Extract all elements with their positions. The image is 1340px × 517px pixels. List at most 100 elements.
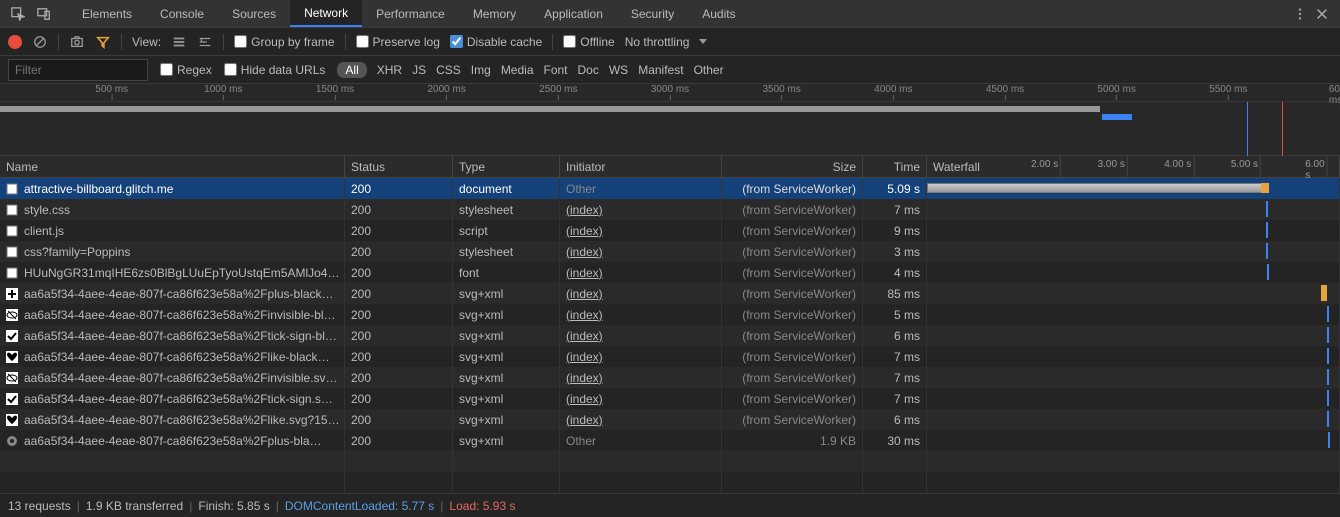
cell-type: svg+xml <box>453 388 560 409</box>
hide-data-urls-checkbox[interactable]: Hide data URLs <box>224 63 326 77</box>
tab-memory[interactable]: Memory <box>459 0 530 27</box>
cell-status: 200 <box>345 304 453 325</box>
initiator-link[interactable]: (index) <box>566 224 603 238</box>
initiator-link[interactable]: (index) <box>566 350 603 364</box>
type-filter-all[interactable]: All <box>337 62 366 78</box>
cell-name: aa6a5f34-4aee-4eae-807f-ca86f623e58a%2Ft… <box>0 388 345 409</box>
initiator-link[interactable]: (index) <box>566 371 603 385</box>
tab-performance[interactable]: Performance <box>362 0 459 27</box>
col-time[interactable]: Time <box>863 156 927 177</box>
request-row[interactable]: aa6a5f34-4aee-4eae-807f-ca86f623e58a%2Fi… <box>0 304 1340 325</box>
cell-status: 200 <box>345 409 453 430</box>
type-filter-xhr[interactable]: XHR <box>377 63 402 77</box>
initiator-link[interactable]: (index) <box>566 392 603 406</box>
cell-status: 200 <box>345 199 453 220</box>
col-name[interactable]: Name <box>0 156 345 177</box>
cell-type: svg+xml <box>453 325 560 346</box>
cell-name: aa6a5f34-4aee-4eae-807f-ca86f623e58a%2Fp… <box>0 283 345 304</box>
request-row[interactable]: style.css200stylesheet(index)(from Servi… <box>0 199 1340 220</box>
overview-timeline[interactable]: 500 ms1000 ms1500 ms2000 ms2500 ms3000 m… <box>0 84 1340 156</box>
initiator-link[interactable]: (index) <box>566 308 603 322</box>
tab-sources[interactable]: Sources <box>218 0 290 27</box>
request-row[interactable]: css?family=Poppins200stylesheet(index)(f… <box>0 241 1340 262</box>
inspect-element-icon[interactable] <box>8 4 28 24</box>
col-initiator[interactable]: Initiator <box>560 156 722 177</box>
col-size[interactable]: Size <box>722 156 863 177</box>
filter-input[interactable] <box>8 59 148 81</box>
type-filter-img[interactable]: Img <box>471 63 491 77</box>
regex-checkbox[interactable]: Regex <box>160 63 212 77</box>
cell-time: 4 ms <box>863 262 927 283</box>
chevron-down-icon <box>699 39 707 44</box>
cell-initiator: (index) <box>560 346 722 367</box>
type-filter-js[interactable]: JS <box>412 63 426 77</box>
request-row[interactable]: attractive-billboard.glitch.me200documen… <box>0 178 1340 199</box>
cell-initiator: (index) <box>560 304 722 325</box>
file-icon <box>6 183 18 195</box>
col-status[interactable]: Status <box>345 156 453 177</box>
network-toolbar: View: Group by frame Preserve log Disabl… <box>0 28 1340 56</box>
more-icon[interactable] <box>1290 4 1310 24</box>
file-icon <box>6 246 18 258</box>
group-by-frame-checkbox[interactable]: Group by frame <box>234 35 334 49</box>
close-icon[interactable] <box>1312 4 1332 24</box>
type-filter-other[interactable]: Other <box>694 63 724 77</box>
device-toolbar-icon[interactable] <box>34 4 54 24</box>
tab-network[interactable]: Network <box>290 0 362 27</box>
tab-elements[interactable]: Elements <box>68 0 146 27</box>
overview-icon[interactable] <box>197 34 213 50</box>
timeline-tick: 3500 ms <box>762 84 800 100</box>
type-filter-font[interactable]: Font <box>544 63 568 77</box>
type-filter-ws[interactable]: WS <box>609 63 628 77</box>
cell-time: 85 ms <box>863 283 927 304</box>
cell-time: 30 ms <box>863 430 927 451</box>
offline-checkbox[interactable]: Offline <box>563 35 614 49</box>
request-row[interactable]: aa6a5f34-4aee-4eae-807f-ca86f623e58a%2Fp… <box>0 283 1340 304</box>
cell-type: stylesheet <box>453 199 560 220</box>
initiator-link[interactable]: (index) <box>566 329 603 343</box>
disable-cache-checkbox[interactable]: Disable cache <box>450 35 542 49</box>
request-row[interactable]: aa6a5f34-4aee-4eae-807f-ca86f623e58a%2Fi… <box>0 367 1340 388</box>
request-row[interactable]: aa6a5f34-4aee-4eae-807f-ca86f623e58a%2Ft… <box>0 388 1340 409</box>
type-filter-doc[interactable]: Doc <box>578 63 599 77</box>
col-waterfall[interactable]: Waterfall 2.00 s3.00 s4.00 s5.00 s6.00 s <box>927 156 1340 177</box>
status-finish: Finish: 5.85 s <box>198 499 269 513</box>
large-rows-icon[interactable] <box>171 34 187 50</box>
file-icon <box>6 351 18 363</box>
request-row[interactable]: HUuNgGR31mqIHE6zs0BlBgLUuEpTyoUstqEm5AMl… <box>0 262 1340 283</box>
initiator-link[interactable]: (index) <box>566 245 603 259</box>
offline-label: Offline <box>580 35 614 49</box>
type-filter-media[interactable]: Media <box>501 63 534 77</box>
initiator-link[interactable]: (index) <box>566 287 603 301</box>
status-requests: 13 requests <box>8 499 71 513</box>
cell-time: 5.09 s <box>863 178 927 199</box>
initiator-link[interactable]: (index) <box>566 203 603 217</box>
request-row[interactable]: client.js200script(index)(from ServiceWo… <box>0 220 1340 241</box>
timeline-tick: 5000 ms <box>1097 84 1135 100</box>
cell-waterfall <box>927 367 1340 388</box>
filter-icon[interactable] <box>95 34 111 50</box>
initiator-link[interactable]: (index) <box>566 266 603 280</box>
clear-icon[interactable] <box>32 34 48 50</box>
tab-security[interactable]: Security <box>617 0 688 27</box>
col-type[interactable]: Type <box>453 156 560 177</box>
cell-size: (from ServiceWorker) <box>722 388 863 409</box>
waterfall-tick: 3.00 s <box>1098 159 1127 170</box>
request-row[interactable]: aa6a5f34-4aee-4eae-807f-ca86f623e58a%2Fl… <box>0 409 1340 430</box>
cell-status: 200 <box>345 388 453 409</box>
throttling-select[interactable]: No throttling <box>625 35 708 49</box>
tab-application[interactable]: Application <box>530 0 617 27</box>
request-row[interactable]: aa6a5f34-4aee-4eae-807f-ca86f623e58a%2Ft… <box>0 325 1340 346</box>
regex-label: Regex <box>177 63 212 77</box>
capture-screenshots-icon[interactable] <box>69 34 85 50</box>
type-filter-css[interactable]: CSS <box>436 63 461 77</box>
cell-waterfall <box>927 241 1340 262</box>
tab-console[interactable]: Console <box>146 0 218 27</box>
request-row[interactable]: aa6a5f34-4aee-4eae-807f-ca86f623e58a%2Fl… <box>0 346 1340 367</box>
initiator-link[interactable]: (index) <box>566 413 603 427</box>
type-filter-manifest[interactable]: Manifest <box>638 63 683 77</box>
request-row[interactable]: aa6a5f34-4aee-4eae-807f-ca86f623e58a%2Fp… <box>0 430 1340 451</box>
preserve-log-checkbox[interactable]: Preserve log <box>356 35 440 49</box>
tab-audits[interactable]: Audits <box>688 0 749 27</box>
record-button[interactable] <box>8 35 22 49</box>
